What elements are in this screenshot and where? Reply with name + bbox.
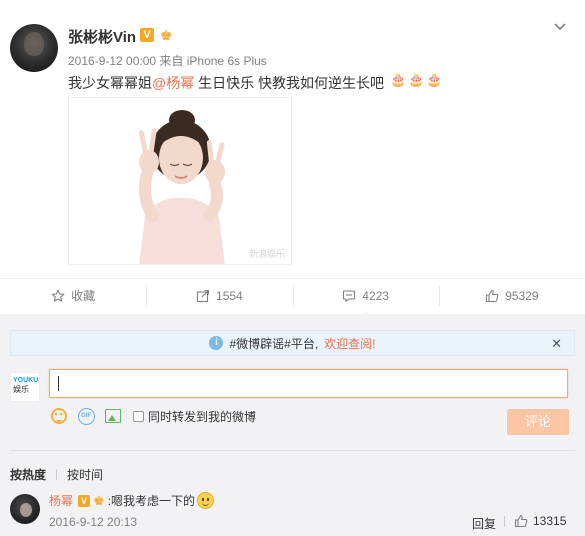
repost-checkbox-row[interactable]: 同时转发到我的微博 [133,408,256,425]
commenter-avatar[interactable] [10,494,40,524]
verified-badge-icon: V [78,494,91,507]
verified-badge-icon: V [140,28,154,42]
weibo-post: 张彬彬Vin V ♚ 2016-9-12 00:00 来自 iPhone 6s … [0,0,585,276]
image-icon [105,409,121,423]
repost-count: 1554 [216,288,243,303]
post-text-start: 我少女幂幂姐 [68,75,152,91]
sort-separator [56,469,58,480]
comment-input[interactable] [49,369,568,398]
comment-count: 4223 [362,288,389,303]
comments-panel: i #微博辟谣#平台, 欢迎查阅! ✕ YOUKU 娱乐 GIF 同时转发到我的微… [0,314,585,536]
notice-text: #微博辟谣#平台, [229,336,319,351]
rumor-notice-banner: i #微博辟谣#平台, 欢迎查阅! ✕ [10,330,575,356]
repost-checkbox-label: 同时转发到我的微博 [148,409,257,424]
post-text: 我少女幂幂姐@杨幂 生日快乐 快教我如何逆生长吧 [68,73,384,93]
comment-toolbar: GIF 同时转发到我的微博 [50,407,256,425]
comment-timestamp: 2016-9-12 20:13 [49,515,138,529]
comment-icon [343,289,356,302]
gif-button[interactable]: GIF [77,407,95,425]
sort-by-hot-tab[interactable]: 按热度 [10,466,46,483]
notice-link[interactable]: 欢迎查阅! [324,335,375,352]
close-icon[interactable]: ✕ [551,336,562,352]
mention-link[interactable]: @杨幂 [152,75,194,91]
like-button[interactable]: 95329 [438,279,585,312]
repost-button[interactable]: 1554 [146,279,292,312]
image-button[interactable] [104,407,122,425]
cake-icon: 🎂 [426,72,443,87]
gif-icon: GIF [77,407,95,425]
repost-icon [196,289,210,302]
author-avatar[interactable] [10,24,58,72]
star-icon [51,289,65,302]
smile-emoji-icon [197,492,215,509]
submit-comment-button[interactable]: 评论 [507,409,569,435]
favorite-label: 收藏 [71,289,96,303]
reply-link[interactable]: 回复 [472,515,496,532]
post-meta: 2016-9-12 00:00 来自 iPhone 6s Plus [68,54,267,68]
comment-like-count: 13315 [533,514,567,528]
cake-icon: 🎂 [390,72,407,87]
text-caret [58,376,59,391]
like-count: 95329 [505,288,539,303]
divider [10,450,575,451]
comment-sort-tabs: 按热度 按时间 [10,466,103,483]
chevron-down-icon[interactable] [553,20,567,34]
comment-like-button[interactable]: 13315 [514,514,566,528]
repost-checkbox[interactable] [133,410,144,422]
vip-crown-icon: ♚ [93,492,105,508]
cake-emoji-row: 🎂 🎂 🎂 [390,72,442,88]
youku-sub-label: 娱乐 [13,385,29,394]
comment-button[interactable]: 4223 [292,279,439,320]
post-action-bar: 收藏 1554 4223 95329 [0,278,585,320]
commenter-name[interactable]: 杨幂 [49,492,73,509]
photo-watermark: 新浪娱乐 [248,249,285,259]
emoji-icon [51,408,67,424]
cake-icon: 🎂 [408,72,425,87]
sort-by-time-tab[interactable]: 按时间 [67,466,103,483]
favorite-button[interactable]: 收藏 [0,279,146,312]
like-icon [486,289,499,302]
post-text-end: 生日快乐 快教我如何逆生长吧 [194,75,384,91]
comment-text: :嗯我考虑一下的 [107,494,196,508]
vip-crown-icon: ♚ [160,27,173,43]
my-avatar[interactable]: YOUKU 娱乐 [10,372,40,402]
comment-body: 杨幂 V ♚ :嗯我考虑一下的 [49,492,215,509]
comment-action-separator [504,516,505,527]
youku-logo: YOUKU [13,377,39,384]
post-photo[interactable]: 新浪娱乐 [68,97,292,265]
author-name[interactable]: 张彬彬Vin [68,26,136,47]
emoji-button[interactable] [50,407,68,425]
info-icon: i [209,336,224,350]
like-icon [514,514,528,528]
